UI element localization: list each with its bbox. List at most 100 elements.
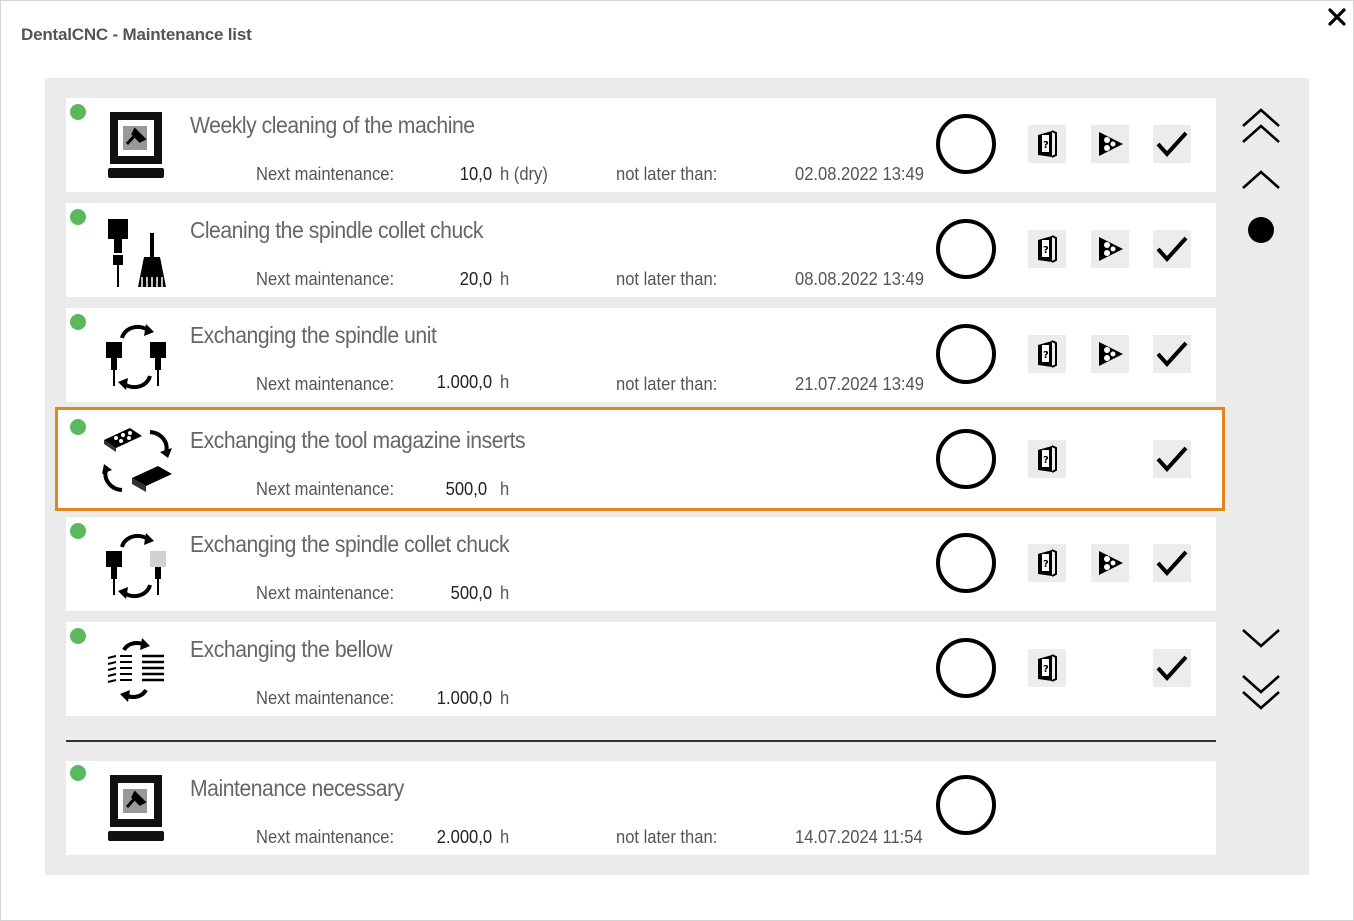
status-circle[interactable] — [936, 429, 996, 489]
manual-door-icon: ? — [1038, 130, 1057, 158]
double-chevron-up-icon — [1242, 108, 1280, 143]
manual-button[interactable]: ? — [1028, 649, 1066, 687]
spindle-exchange-icon — [102, 320, 172, 390]
checkmark-icon — [1156, 550, 1188, 576]
confirm-button[interactable] — [1153, 544, 1191, 582]
list-item[interactable]: Exchanging the spindle unit Next mainten… — [66, 308, 1216, 402]
scroll-position-indicator[interactable] — [1239, 208, 1283, 252]
unit-label: h — [500, 479, 510, 499]
video-play-icon — [1099, 342, 1123, 366]
list-item[interactable]: Cleaning the spindle collet chuck Next m… — [66, 203, 1216, 297]
window-title: DentalCNC - Maintenance list — [21, 25, 252, 44]
status-indicator — [70, 765, 86, 781]
list-separator — [66, 740, 1216, 742]
due-date: 14.07.2024 11:54 — [795, 827, 923, 847]
close-icon — [1328, 8, 1346, 26]
next-maintenance-label: Next maintenance: — [256, 583, 395, 603]
video-play-icon — [1099, 237, 1123, 261]
status-circle[interactable] — [936, 114, 996, 174]
next-maintenance-value: 2.000,0 — [436, 827, 492, 847]
machine-cleaning-icon — [102, 773, 172, 843]
status-indicator — [70, 209, 86, 225]
list-item-selected[interactable]: Exchanging the tool magazine inserts Nex… — [55, 407, 1225, 511]
next-maintenance-value: 20,0 — [459, 269, 492, 289]
manual-button[interactable]: ? — [1028, 230, 1066, 268]
next-maintenance-value: 500,0 — [450, 583, 492, 603]
summary-item[interactable]: Maintenance necessary Next maintenance: … — [66, 761, 1216, 855]
not-later-than-label: not later than: — [616, 269, 718, 289]
video-button[interactable] — [1091, 125, 1129, 163]
video-button[interactable] — [1091, 230, 1129, 268]
unit-label: h — [500, 688, 510, 708]
checkmark-icon — [1156, 655, 1188, 681]
item-title: Exchanging the spindle collet chuck — [190, 531, 510, 557]
svg-text:?: ? — [1043, 140, 1049, 151]
next-maintenance-value: 1.000,0 — [436, 688, 492, 708]
chevron-down-icon — [1242, 629, 1280, 648]
manual-door-icon: ? — [1038, 549, 1057, 577]
not-later-than-label: not later than: — [616, 374, 718, 394]
confirm-button[interactable] — [1153, 335, 1191, 373]
status-circle[interactable] — [936, 219, 996, 279]
status-indicator — [70, 628, 86, 644]
manual-door-icon: ? — [1038, 340, 1057, 368]
svg-text:?: ? — [1043, 664, 1049, 675]
video-button[interactable] — [1091, 544, 1129, 582]
next-maintenance-value: 500,0 — [445, 479, 487, 499]
checkmark-icon — [1156, 446, 1188, 472]
svg-text:?: ? — [1043, 455, 1049, 466]
item-title: Exchanging the spindle unit — [190, 322, 437, 348]
next-maintenance-label: Next maintenance: — [256, 269, 395, 289]
close-button[interactable] — [1324, 4, 1350, 30]
dot-indicator-icon — [1248, 217, 1274, 243]
confirm-button[interactable] — [1153, 230, 1191, 268]
status-circle[interactable] — [936, 533, 996, 593]
svg-text:?: ? — [1043, 245, 1049, 256]
checkmark-icon — [1156, 236, 1188, 262]
manual-button[interactable]: ? — [1028, 544, 1066, 582]
confirm-button[interactable] — [1153, 125, 1191, 163]
scroll-top-button[interactable] — [1239, 104, 1283, 148]
item-title: Exchanging the bellow — [190, 636, 393, 662]
svg-text:?: ? — [1043, 350, 1049, 361]
magazine-inserts-icon — [102, 424, 172, 494]
scroll-up-button[interactable] — [1239, 158, 1283, 202]
manual-button[interactable]: ? — [1028, 335, 1066, 373]
item-title: Maintenance necessary — [190, 775, 404, 801]
list-item[interactable]: Exchanging the spindle collet chuck Next… — [66, 517, 1216, 611]
status-indicator — [70, 523, 86, 539]
manual-door-icon: ? — [1038, 445, 1057, 473]
spindle-brush-icon — [102, 215, 172, 287]
svg-text:?: ? — [1043, 559, 1049, 570]
item-title: Exchanging the tool magazine inserts — [190, 427, 526, 453]
status-circle[interactable] — [936, 638, 996, 698]
video-play-icon — [1099, 132, 1123, 156]
manual-door-icon: ? — [1038, 654, 1057, 682]
confirm-button[interactable] — [1153, 649, 1191, 687]
next-maintenance-label: Next maintenance: — [256, 479, 395, 499]
checkmark-icon — [1156, 341, 1188, 367]
collet-exchange-icon — [102, 529, 172, 599]
confirm-button[interactable] — [1153, 440, 1191, 478]
item-title: Weekly cleaning of the machine — [190, 112, 475, 138]
status-indicator — [70, 419, 86, 435]
status-circle[interactable] — [936, 775, 996, 835]
checkmark-icon — [1156, 131, 1188, 157]
manual-button[interactable]: ? — [1028, 125, 1066, 163]
status-indicator — [70, 314, 86, 330]
due-date: 02.08.2022 13:49 — [795, 164, 924, 184]
status-circle[interactable] — [936, 324, 996, 384]
video-play-icon — [1099, 551, 1123, 575]
due-date: 08.08.2022 13:49 — [795, 269, 924, 289]
double-chevron-down-icon — [1242, 675, 1280, 710]
video-button[interactable] — [1091, 335, 1129, 373]
status-indicator — [70, 104, 86, 120]
bellow-exchange-icon — [102, 636, 172, 706]
due-date: 21.07.2024 13:49 — [795, 374, 924, 394]
scroll-down-button[interactable] — [1239, 616, 1283, 660]
scroll-bottom-button[interactable] — [1239, 670, 1283, 714]
manual-button[interactable]: ? — [1028, 440, 1066, 478]
next-maintenance-label: Next maintenance: — [256, 688, 395, 708]
list-item[interactable]: Weekly cleaning of the machine Next main… — [66, 98, 1216, 192]
list-item[interactable]: Exchanging the bellow Next maintenance: … — [66, 622, 1216, 716]
